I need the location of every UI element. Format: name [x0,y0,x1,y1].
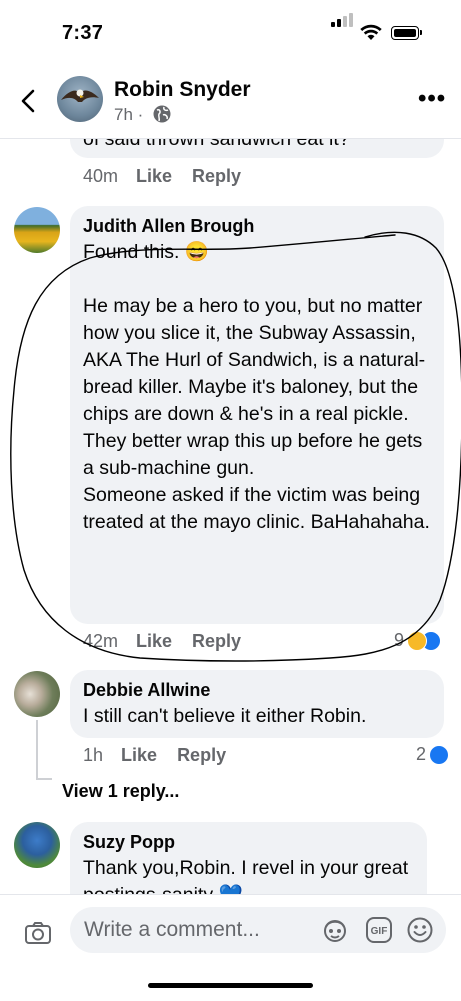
avatar-sticker-icon[interactable] [321,916,349,944]
post-timestamp: 7h · [114,105,144,124]
gif-icon[interactable]: GIF [365,916,393,944]
comment-actions: 1h Like Reply [83,745,246,766]
comment-bubble[interactable]: Debbie Allwine I still can't believe it … [70,670,444,738]
comment-bubble[interactable]: Judith Allen Brough Found this. 😄 He may… [70,206,444,624]
reply-button[interactable]: Reply [192,166,241,186]
comment-composer-bar: Write a comment... GIF [0,894,461,1001]
reaction-summary[interactable]: 2 [416,744,450,765]
globe-icon [153,105,171,123]
emoji-icon[interactable] [406,916,434,944]
status-bar: 7:37 [0,0,461,64]
like-button[interactable]: Like [136,166,172,186]
reaction-count: 9 [394,630,405,650]
reaction-count: 2 [416,744,427,764]
view-replies-link[interactable]: View 1 reply... [62,781,179,802]
thread-line [36,778,52,780]
comment-input[interactable]: Write a comment... GIF [70,907,446,953]
avatar[interactable] [14,671,60,717]
author-name[interactable]: Robin Snyder [114,78,251,102]
reply-button[interactable]: Reply [192,631,241,651]
home-indicator [148,983,313,988]
comment-time: 1h [83,745,104,765]
comment-input-placeholder: Write a comment... [84,918,260,941]
svg-text:GIF: GIF [371,926,388,937]
like-button[interactable]: Like [121,745,157,765]
comment-author[interactable]: Judith Allen Brough [83,216,431,237]
comment-author[interactable]: Suzy Popp [83,832,414,853]
clock: 7:37 [62,22,104,44]
comment-actions: 42m Like Reply [83,631,261,652]
battery-icon [391,26,422,40]
reaction-summary[interactable]: 9 [394,630,442,651]
author-avatar[interactable] [57,76,103,122]
avatar[interactable] [14,822,60,868]
camera-icon[interactable] [24,921,52,945]
comment-text: I still can't believe it either Robin. [83,705,367,727]
post-header: Robin Snyder 7h · ••• [0,64,461,139]
comment-text: Found this. 😄 He may be a hero to you, b… [83,241,430,533]
wifi-icon [360,24,382,40]
like-reaction-icon [429,744,450,765]
back-chevron-icon[interactable] [14,86,44,116]
thread-line [36,720,38,780]
reply-button[interactable]: Reply [177,745,226,765]
avatar[interactable] [14,207,60,253]
comment-actions: 40m Like Reply [83,166,261,187]
more-options-icon[interactable]: ••• [418,87,446,111]
like-button[interactable]: Like [136,631,172,651]
comment-time: 40m [83,166,119,186]
comment-time: 42m [83,631,119,651]
haha-reaction-icon [407,630,428,651]
comment-author[interactable]: Debbie Allwine [83,680,431,701]
